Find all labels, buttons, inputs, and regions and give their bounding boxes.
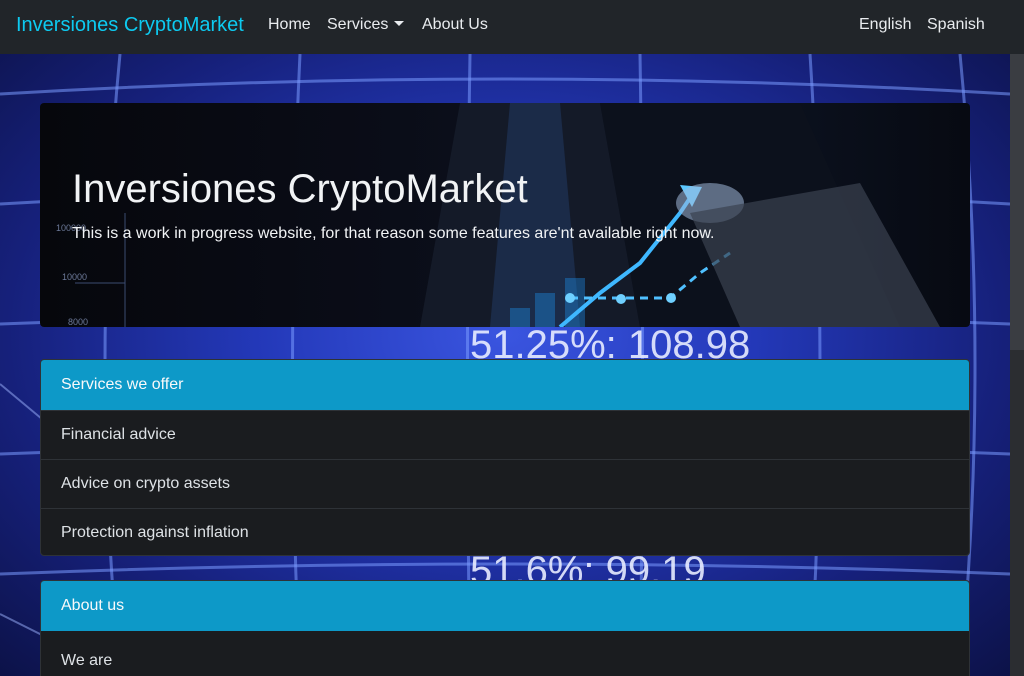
chevron-down-icon <box>394 21 405 26</box>
services-card-header: Services we offer <box>41 360 969 410</box>
about-card-header: About us <box>41 581 969 631</box>
nav-services-dropdown[interactable]: Services <box>327 15 405 35</box>
about-card: About us We are <box>40 580 970 676</box>
hero-tick-10000: 10000 <box>62 272 87 282</box>
brand-link[interactable]: Inversiones CryptoMarket <box>16 13 244 37</box>
language-english-link[interactable]: English <box>859 15 911 35</box>
nav-services-label: Services <box>327 16 389 33</box>
hero-title: Inversiones CryptoMarket <box>72 167 528 211</box>
nav-about-link[interactable]: About Us <box>422 15 488 35</box>
top-navbar: Inversiones CryptoMarket Home Services A… <box>0 0 1024 54</box>
hero-description: This is a work in progress website, for … <box>72 225 715 242</box>
hero-banner: 100000 10000 8000 Inversiones CryptoMark… <box>40 103 970 327</box>
scrollbar-thumb[interactable] <box>1010 54 1024 350</box>
hero-background-image: 100000 10000 8000 <box>56 103 940 327</box>
nav-home-link[interactable]: Home <box>268 15 311 35</box>
hero-tick-8000: 8000 <box>68 317 88 327</box>
list-item: Financial advice <box>41 410 969 459</box>
list-item: Protection against inflation <box>41 508 969 555</box>
list-item: Advice on crypto assets <box>41 459 969 508</box>
services-card: Services we offer Financial advice Advic… <box>40 359 970 556</box>
language-spanish-link[interactable]: Spanish <box>927 15 985 35</box>
about-card-body: We are <box>61 652 113 669</box>
page-scrollbar[interactable] <box>1010 54 1024 676</box>
